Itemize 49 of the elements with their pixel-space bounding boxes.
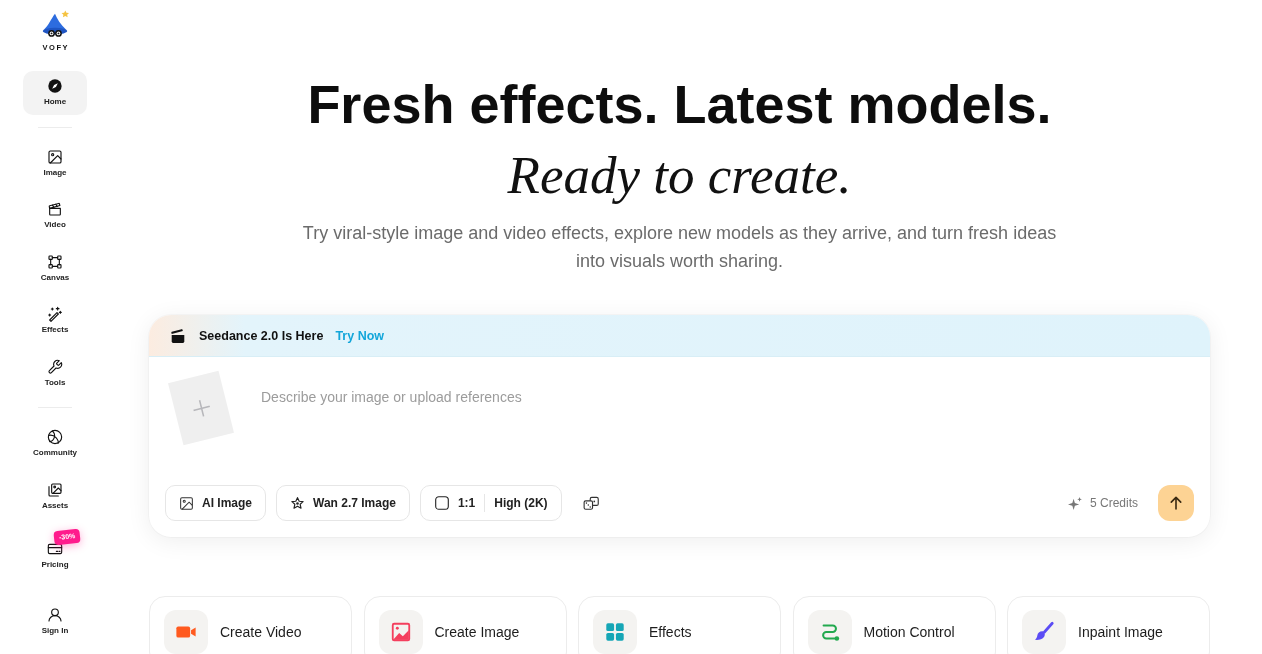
mode-button[interactable]: AI Image: [165, 485, 266, 521]
sidebar-item[interactable]: Image: [23, 141, 87, 186]
hero-subtitle: Ready to create.: [507, 145, 852, 206]
feature-card[interactable]: Motion Control: [792, 596, 996, 654]
image-icon: [180, 496, 193, 510]
quality-button[interactable]: High (2K): [494, 496, 548, 510]
sidebar-item[interactable]: Canvas: [23, 246, 87, 291]
credits-label: 5 Credits: [1089, 496, 1138, 510]
star-icon: [291, 496, 304, 510]
feature-card[interactable]: Create Image: [363, 596, 567, 654]
credit-card-icon: [47, 541, 63, 557]
picture-icon: [378, 610, 423, 654]
dice-button[interactable]: [582, 495, 599, 511]
user-icon: [47, 607, 63, 623]
feature-card[interactable]: Create Video: [149, 596, 352, 654]
feature-card[interactable]: Inpaint Image: [1007, 596, 1210, 654]
magic-wand-icon: [47, 306, 63, 322]
globe-icon: [47, 429, 63, 445]
model-button[interactable]: Wan 2.7 Image: [276, 485, 410, 521]
hero-description: Try viral-style image and video effects, explore new models as they arrive, and turn fresh ideas into visuals worth sharing.: [301, 222, 1058, 273]
prompt-field[interactable]: Describe your image or upload references: [261, 387, 1194, 447]
sidebar-item[interactable]: Assets: [23, 474, 87, 519]
sidebar-item[interactable]: Effects: [23, 299, 87, 343]
sidebar-item[interactable]: Tools: [23, 351, 87, 396]
send-button[interactable]: [1158, 485, 1194, 521]
image-icon: [47, 148, 63, 165]
paintbrush-icon: [1022, 610, 1066, 654]
feature-card[interactable]: Effects: [578, 596, 781, 654]
aspect-ratio-button[interactable]: 1:1: [434, 496, 476, 510]
sparkle-icon: [1067, 496, 1082, 510]
dice-icon: [582, 495, 599, 511]
sidebar-item[interactable]: Community: [23, 422, 87, 466]
sidebar-item[interactable]: Home: [23, 71, 87, 115]
sidebar-item[interactable]: Video: [23, 194, 87, 238]
images-icon: [47, 481, 63, 498]
clapperboard-icon: [171, 328, 185, 343]
clapperboard-icon: [47, 201, 63, 217]
banner-text: Seedance 2.0 Is Here: [199, 328, 324, 343]
hero-title: Fresh effects. Latest models.: [307, 73, 1052, 136]
compass-icon: [47, 78, 63, 94]
wrench-icon: [47, 358, 63, 375]
sign-in-item[interactable]: Sign In: [23, 600, 87, 644]
wizard-hat-logo-icon[interactable]: [40, 10, 70, 39]
arrow-up-icon: [1170, 496, 1182, 510]
video-camera-icon: [164, 610, 208, 654]
square-icon: [434, 496, 449, 510]
path-icon: [807, 610, 852, 654]
nodes-icon: [47, 253, 63, 270]
grid-icon: [593, 610, 637, 654]
